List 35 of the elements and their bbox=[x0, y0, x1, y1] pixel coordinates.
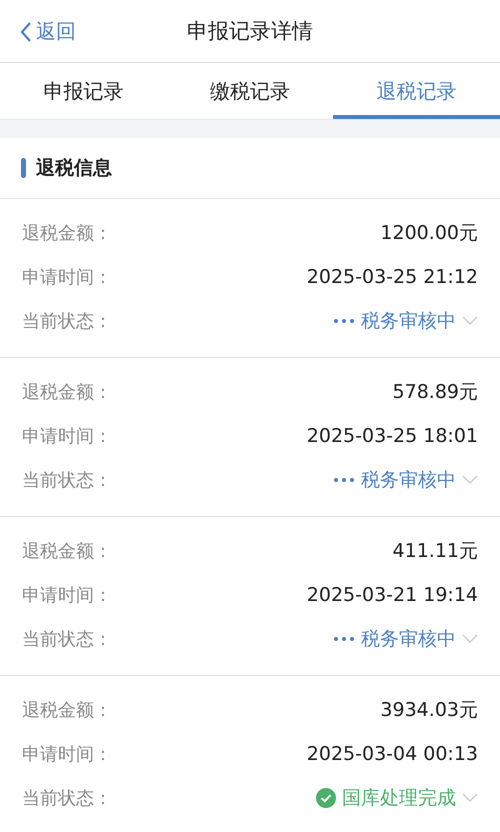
field-label: 退税金额： bbox=[22, 381, 112, 404]
field-label: 申请时间： bbox=[22, 743, 112, 766]
status-text: 税务审核中 bbox=[361, 468, 456, 493]
chevron-down-icon[interactable] bbox=[462, 793, 478, 803]
apply-time: 2025-03-25 18:01 bbox=[306, 425, 478, 447]
chevron-down-icon[interactable] bbox=[462, 475, 478, 485]
field-label: 申请时间： bbox=[22, 584, 112, 607]
status-text: 税务审核中 bbox=[361, 627, 456, 652]
apply-time: 2025-03-04 00:13 bbox=[306, 743, 478, 765]
field-label: 当前状态： bbox=[22, 628, 112, 651]
page-title: 申报记录详情 bbox=[187, 18, 313, 45]
tab[interactable]: 缴税记录 bbox=[166, 63, 334, 119]
refund-amount: 578.89元 bbox=[392, 380, 478, 405]
field-label: 当前状态： bbox=[22, 310, 112, 333]
apply-time: 2025-03-21 19:14 bbox=[306, 584, 478, 606]
tab[interactable]: 申报记录 bbox=[0, 63, 167, 119]
field-label: 退税金额： bbox=[22, 699, 112, 722]
refund-amount: 3934.03元 bbox=[380, 698, 478, 723]
status-text: 税务审核中 bbox=[361, 309, 456, 334]
back-link[interactable]: 返回 bbox=[20, 18, 76, 45]
apply-time: 2025-03-25 21:12 bbox=[306, 266, 478, 288]
field-label: 退税金额： bbox=[22, 540, 112, 563]
status-text: 国库处理完成 bbox=[342, 786, 456, 811]
field-label: 退税金额： bbox=[22, 222, 112, 245]
back-icon bbox=[20, 20, 32, 42]
field-label: 当前状态： bbox=[22, 787, 112, 810]
field-label: 申请时间： bbox=[22, 266, 112, 289]
section-marker bbox=[21, 158, 26, 178]
refund-amount: 411.11元 bbox=[392, 539, 478, 564]
refund-amount: 1200.00元 bbox=[380, 221, 478, 246]
field-label: 申请时间： bbox=[22, 425, 112, 448]
field-label: 当前状态： bbox=[22, 469, 112, 492]
chevron-down-icon[interactable] bbox=[462, 634, 478, 644]
section-title: 退税信息 bbox=[36, 156, 112, 181]
chevron-down-icon[interactable] bbox=[462, 316, 478, 326]
